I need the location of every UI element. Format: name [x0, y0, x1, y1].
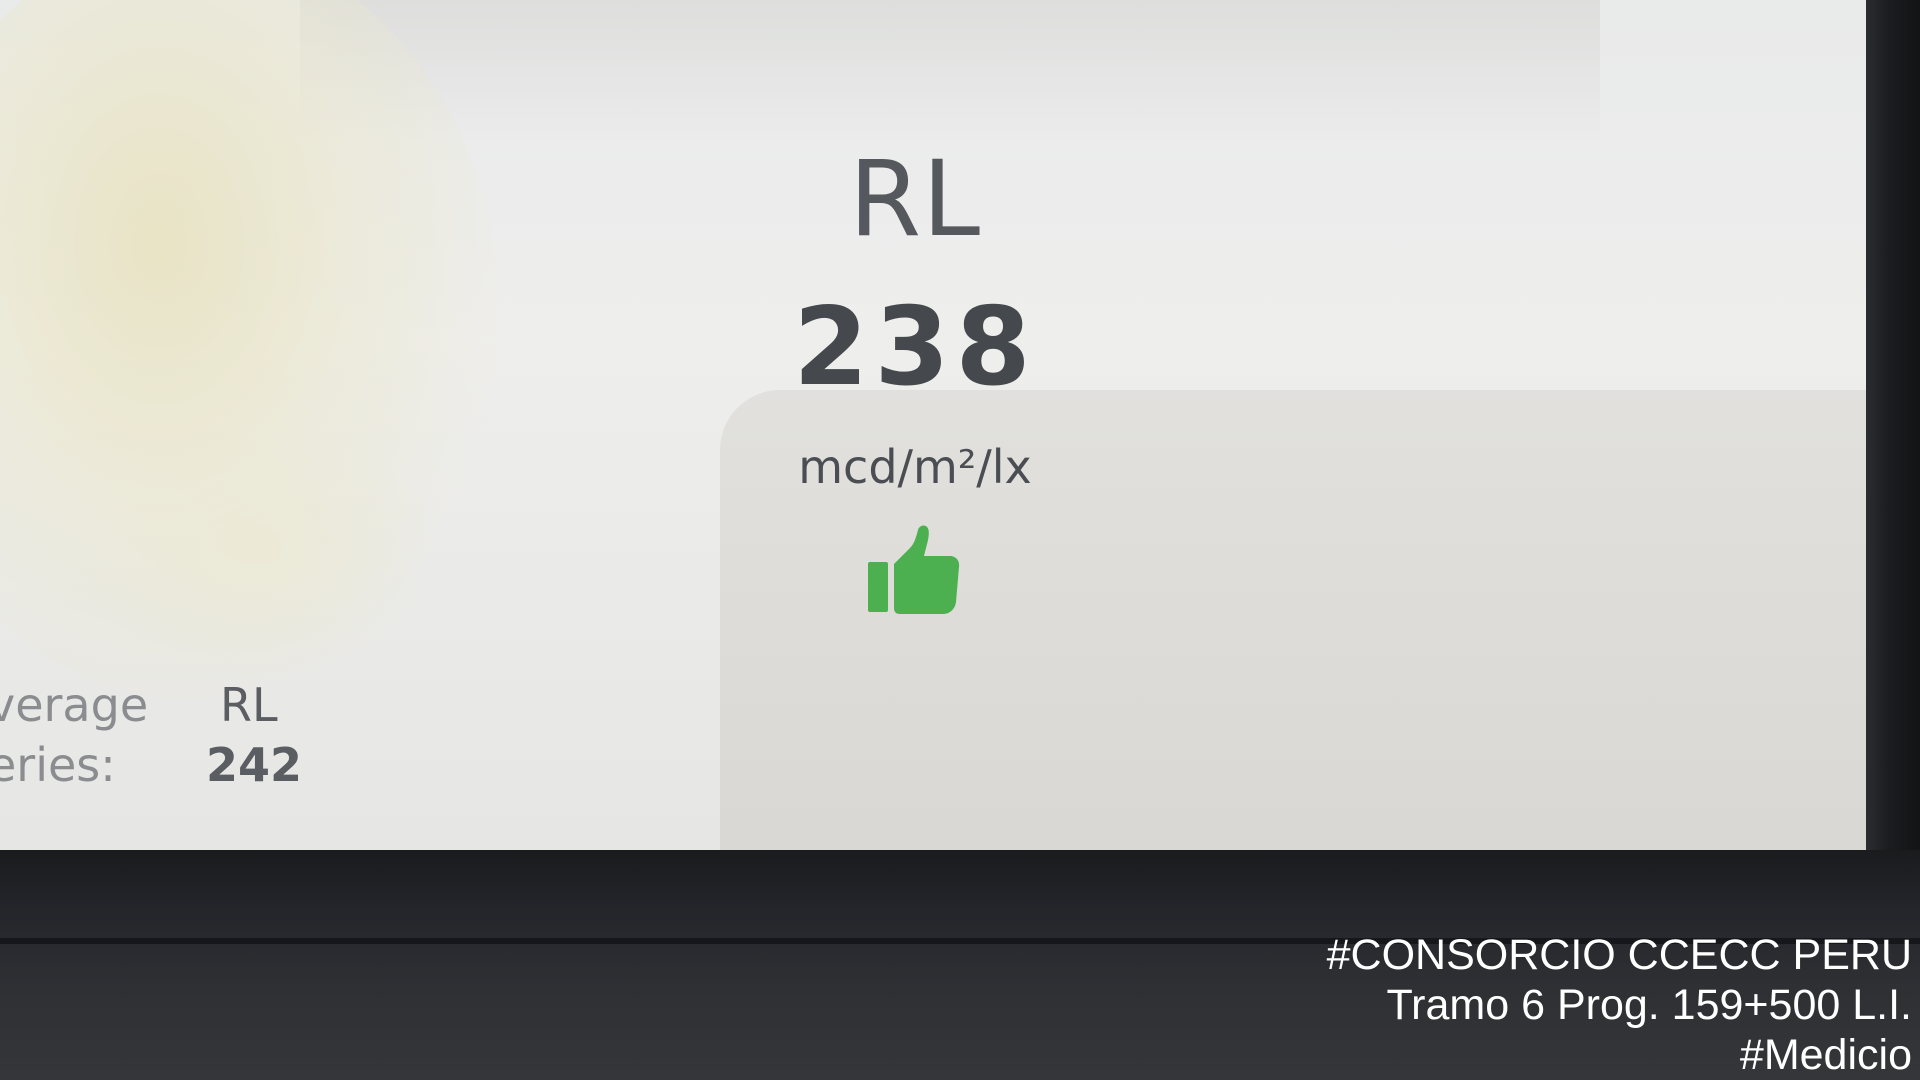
- measurement-label: RL: [848, 138, 982, 260]
- summary-header-row: verage RL: [0, 678, 348, 738]
- summary-series-value: 242: [206, 738, 303, 792]
- photo-watermark: #CONSORCIO CCECC PERU Tramo 6 Prog. 159+…: [1312, 930, 1912, 1080]
- watermark-line-3: #Medicio: [1739, 1031, 1912, 1079]
- device-screen: RL 238 mcd/m²/lx verage RL eries: 242: [0, 0, 1866, 850]
- watermark-line-1: #CONSORCIO CCECC PERU: [1326, 931, 1912, 979]
- measurement-unit: mcd/m²/lx: [798, 440, 1032, 494]
- summary-column-label: RL: [220, 678, 278, 732]
- series-summary: verage RL eries: 242: [0, 678, 348, 808]
- summary-series-label: eries:: [0, 738, 116, 792]
- watermark-line-2: Tramo 6 Prog. 159+500 L.I.: [1386, 981, 1912, 1029]
- device-photo: RL 238 mcd/m²/lx verage RL eries: 242 #C…: [0, 0, 1920, 1080]
- thumbs-up-icon: [868, 525, 960, 614]
- measurement-value: 238: [793, 285, 1037, 410]
- summary-series-row: eries: 242: [0, 738, 348, 798]
- screen-reflection-top: [300, 0, 1600, 140]
- summary-average-label: verage: [0, 678, 149, 732]
